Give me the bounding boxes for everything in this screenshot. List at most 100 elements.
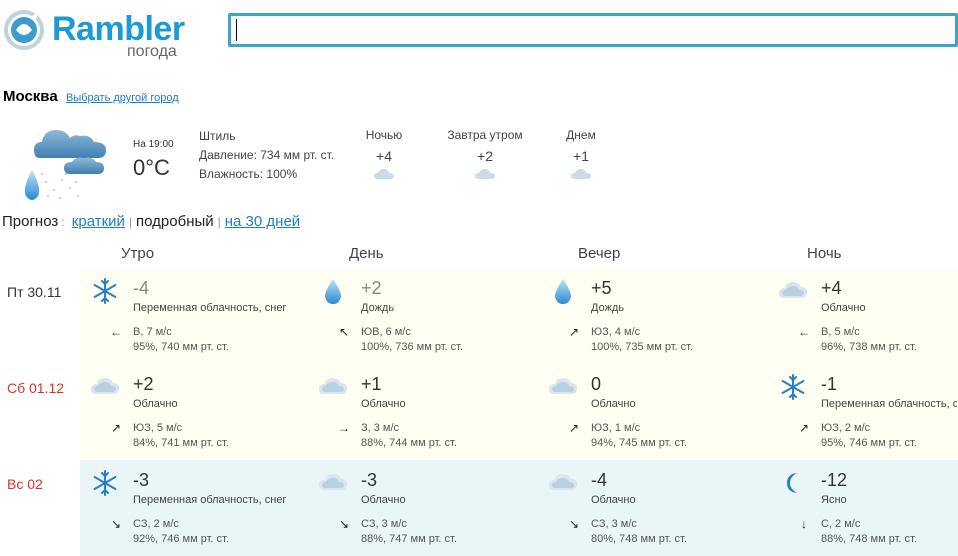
cloud-icon (318, 372, 348, 402)
forecast-label: Днем (566, 128, 596, 142)
cell-humidity-pressure: 88%, 748 мм рт. ст. (821, 533, 917, 545)
period-day-header: День (349, 245, 384, 262)
logo-subtitle: погода (127, 43, 177, 60)
cell-wind: С, 2 м/с (821, 518, 861, 530)
cell-temperature: +2 (133, 374, 154, 394)
cloudy-rain-icon (24, 130, 106, 200)
snowflake-icon (90, 468, 120, 498)
logo-text[interactable]: Rambler (52, 12, 185, 46)
forecast-tomorrow-morning: Завтра утром +2 (440, 128, 530, 180)
wind-direction-arrow-icon: ← (798, 325, 810, 339)
forecast-detailed-current: подробный (136, 213, 214, 230)
cell-temperature: 0 (591, 374, 602, 394)
wind-direction-arrow-icon: ↗ (568, 325, 580, 339)
wind-direction-arrow-icon: ↗ (110, 421, 122, 435)
cell-temperature: -3 (361, 470, 378, 490)
cell-wind: СЗ, 3 м/с (361, 518, 407, 530)
forecast-label: Ночью (365, 128, 403, 142)
cell-temperature: -4 (133, 278, 150, 298)
forecast-label: Завтра утром (447, 128, 523, 142)
search-box[interactable] (228, 13, 958, 47)
raindrop-icon (548, 276, 578, 306)
cell-wind: ЮЗ, 1 м/с (591, 422, 641, 434)
cloud-icon (778, 276, 808, 306)
cell-condition: Ясно (821, 494, 847, 506)
cloud-icon (90, 372, 120, 402)
cell-wind: В, 5 м/с (821, 326, 860, 338)
separator: | (128, 215, 133, 229)
cell-temperature: +2 (361, 278, 382, 298)
forecast-day: Днем +1 (536, 128, 626, 180)
cell-condition: Дождь (361, 302, 395, 314)
cell-humidity-pressure: 80%, 748 мм рт. ст. (591, 533, 687, 545)
cell-wind: ЮВ, 6 м/с (361, 326, 411, 338)
cell-wind: ЮЗ, 4 м/с (591, 326, 641, 338)
current-time-label: На 19:00 (133, 139, 174, 150)
cell-temperature: +5 (591, 278, 612, 298)
forecast-temp: +2 (477, 148, 493, 164)
wind-direction-arrow-icon: ↘ (338, 517, 350, 531)
cell-condition: Переменная облачность, снег (133, 302, 287, 314)
cell-condition: Облачно (361, 398, 406, 410)
cell-condition: Облачно (133, 398, 178, 410)
cell-condition: Переменная облачность, с (821, 398, 957, 410)
forecast-mode-switcher: Прогноз: краткий | подробный | на 30 дней (2, 213, 300, 230)
cell-condition: Облачно (821, 302, 866, 314)
separator: | (217, 215, 221, 229)
cell-wind: З, 3 м/с (361, 422, 400, 434)
snowflake-icon (90, 276, 120, 306)
cell-wind: В, 7 м/с (133, 326, 172, 338)
forecast-30-days-link[interactable]: на 30 дней (225, 213, 300, 230)
cell-humidity-pressure: 92%, 746 мм рт. ст. (133, 533, 229, 545)
wind-direction-arrow-icon: ↓ (801, 517, 807, 531)
wind-direction-arrow-icon: ↘ (568, 517, 580, 531)
cell-humidity-pressure: 88%, 744 мм рт. ст. (361, 437, 457, 449)
rambler-logo-icon[interactable] (2, 8, 46, 52)
cell-humidity-pressure: 95%, 746 мм рт. ст. (821, 437, 917, 449)
city-name: Москва (3, 88, 58, 105)
cell-temperature: -3 (133, 470, 150, 490)
cell-temperature: +4 (821, 278, 842, 298)
cell-wind: СЗ, 2 м/с (133, 518, 179, 530)
cloud-icon (318, 468, 348, 498)
raindrop-icon (318, 276, 348, 306)
cell-humidity-pressure: 94%, 745 мм рт. ст. (591, 437, 687, 449)
cell-temperature: -1 (821, 374, 838, 394)
cell-condition: Облачно (361, 494, 406, 506)
wind-direction-arrow-icon: ↗ (798, 421, 810, 435)
cell-wind: ЮЗ, 5 м/с (133, 422, 183, 434)
wind-direction-arrow-icon: → (338, 421, 350, 435)
cell-condition: Переменная облачность, снег (133, 494, 287, 506)
forecast-date: Вс 02 (7, 476, 43, 492)
cell-humidity-pressure: 100%, 736 мм рт. ст. (361, 341, 464, 353)
cell-temperature: +1 (361, 374, 382, 394)
change-city-link[interactable]: Выбрать другой город (66, 92, 179, 104)
cell-condition: Дождь (591, 302, 625, 314)
current-temperature: 0°C (133, 155, 170, 180)
current-wind: Штиль (199, 129, 236, 143)
current-humidity: Влажность: 100% (199, 167, 298, 181)
forecast-date: Пт 30.11 (7, 284, 62, 300)
cloud-icon (548, 468, 578, 498)
moon-icon (778, 468, 808, 498)
cell-condition: Облачно (591, 494, 636, 506)
wind-direction-arrow-icon: ↗ (568, 421, 580, 435)
cell-condition: Облачно (591, 398, 636, 410)
wind-direction-arrow-icon: ← (110, 325, 122, 339)
cloud-icon (571, 169, 591, 179)
text-cursor (236, 19, 237, 41)
cell-temperature: -4 (591, 470, 608, 490)
forecast-temp: +1 (573, 148, 589, 164)
wind-direction-arrow-icon: ↘ (110, 517, 122, 531)
period-evening-header: Вечер (578, 245, 621, 262)
cell-humidity-pressure: 95%, 740 мм рт. ст. (133, 341, 229, 353)
forecast-short-link[interactable]: краткий (72, 213, 125, 230)
forecast-mode-colon: : (61, 215, 65, 229)
cell-humidity-pressure: 84%, 741 мм рт. ст. (133, 437, 229, 449)
forecast-mode-label: Прогноз (2, 213, 59, 230)
search-input[interactable] (231, 16, 955, 44)
cloud-icon (548, 372, 578, 402)
cloud-icon (475, 169, 495, 179)
cell-wind: СЗ, 3 м/с (591, 518, 637, 530)
snowflake-icon (778, 372, 808, 402)
